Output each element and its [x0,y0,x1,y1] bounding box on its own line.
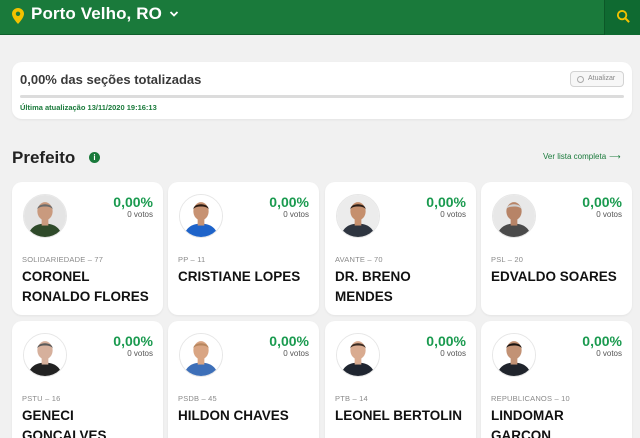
candidate-photo [23,194,67,238]
refresh-icon [577,76,584,83]
candidate-card[interactable]: 0,00% 0 votos PSTU – 16 GENECI GONCALVES [12,321,163,438]
candidate-party: SOLIDARIEDADE – 77 [22,255,104,264]
candidate-party: PSL – 20 [491,255,524,264]
candidate-votes: 0 votos [440,210,466,219]
candidate-percent: 0,00% [113,194,153,210]
candidate-party: PSTU – 16 [22,394,61,403]
search-button[interactable] [604,0,640,35]
candidate-votes: 0 votos [127,349,153,358]
section-title: Prefeito [12,148,76,167]
candidate-percent: 0,00% [582,333,622,349]
candidate-card[interactable]: 0,00% 0 votos PSDB – 45 HILDON CHAVES [168,321,319,438]
arrow-right-icon: ⟶ [609,152,621,161]
candidate-name: HILDON CHAVES [178,408,289,423]
info-icon[interactable]: i [89,152,100,163]
candidate-party: PP – 11 [178,255,206,264]
candidate-card[interactable]: 0,00% 0 votos PSL – 20 EDVALDO SOARES [481,182,632,315]
candidate-name: GENECI GONCALVES [22,408,107,438]
chevron-down-icon[interactable] [168,8,180,20]
candidate-percent: 0,00% [113,333,153,349]
candidate-party: PSDB – 45 [178,394,217,403]
candidate-name: DR. BRENO MENDES [335,269,411,304]
candidate-photo [23,333,67,377]
candidate-card[interactable]: 0,00% 0 votos REPUBLICANOS – 10 LINDOMAR GA… [481,321,632,438]
candidate-percent: 0,00% [582,194,622,210]
see-full-list-label: Ver lista completa [543,152,607,161]
sections-totalized-text: 0,00% das seções totalizadas [20,72,202,87]
top-header: Porto Velho, RO [0,0,640,35]
candidate-photo [492,333,536,377]
map-pin-icon [12,8,24,24]
candidate-votes: 0 votos [596,349,622,358]
candidate-votes: 0 votos [596,210,622,219]
candidate-name: LEONEL BERTOLIN [335,408,463,423]
candidate-name: LINDOMAR GARCON [491,408,564,438]
candidate-percent: 0,00% [269,194,309,210]
candidate-votes: 0 votos [440,349,466,358]
city-selector[interactable]: Porto Velho, RO [31,4,162,24]
candidate-photo [492,194,536,238]
last-update-text: Última atualização 13/11/2020 19:16:13 [20,103,157,112]
candidate-photo [179,333,223,377]
candidate-party: AVANTE – 70 [335,255,383,264]
see-full-list-link[interactable]: Ver lista completa ⟶ [543,152,621,161]
search-icon [616,9,630,23]
refresh-button[interactable]: Atualizar [570,71,624,87]
candidate-name: EDVALDO SOARES [491,269,617,284]
candidate-percent: 0,00% [426,194,466,210]
refresh-label: Atualizar [588,75,616,82]
candidate-name: CORONEL RONALDO FLORES [22,269,149,304]
candidate-card[interactable]: 0,00% 0 votos PP – 11 CRISTIANE LOPES [168,182,319,315]
candidate-name: CRISTIANE LOPES [178,269,301,284]
candidate-votes: 0 votos [283,349,309,358]
candidate-card[interactable]: 0,00% 0 votos AVANTE – 70 DR. BRENO MENDES [325,182,476,315]
candidate-votes: 0 votos [127,210,153,219]
candidate-card[interactable]: 0,00% 0 votos PTB – 14 LEONEL BERTOLIN [325,321,476,438]
totalization-status-card: 0,00% das seções totalizadas Atualizar Ú… [12,62,632,119]
candidate-votes: 0 votos [283,210,309,219]
progress-bar [20,95,624,98]
candidate-party: REPUBLICANOS – 10 [491,394,570,403]
candidate-photo [336,333,380,377]
candidate-party: PTB – 14 [335,394,368,403]
candidate-percent: 0,00% [269,333,309,349]
candidate-percent: 0,00% [426,333,466,349]
candidate-card[interactable]: 0,00% 0 votos SOLIDARIEDADE – 77 CORONEL RO… [12,182,163,315]
candidate-photo [179,194,223,238]
candidate-photo [336,194,380,238]
